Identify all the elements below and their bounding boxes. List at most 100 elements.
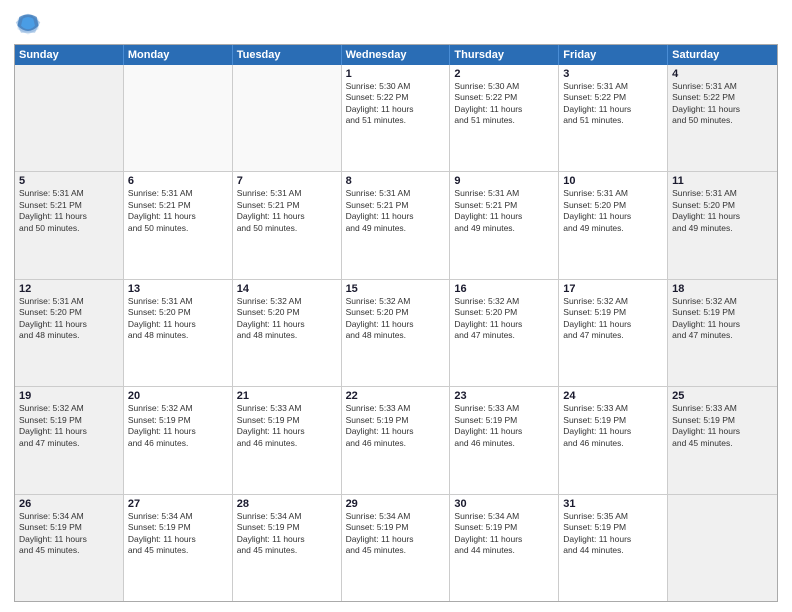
week-row-3: 12Sunrise: 5:31 AM Sunset: 5:20 PM Dayli… bbox=[15, 280, 777, 387]
cal-cell: 6Sunrise: 5:31 AM Sunset: 5:21 PM Daylig… bbox=[124, 172, 233, 278]
day-number: 2 bbox=[454, 68, 554, 80]
cal-cell: 22Sunrise: 5:33 AM Sunset: 5:19 PM Dayli… bbox=[342, 387, 451, 493]
cell-info: Sunrise: 5:34 AM Sunset: 5:19 PM Dayligh… bbox=[19, 511, 119, 557]
cal-cell bbox=[15, 65, 124, 171]
cell-info: Sunrise: 5:31 AM Sunset: 5:20 PM Dayligh… bbox=[672, 188, 773, 234]
cell-info: Sunrise: 5:32 AM Sunset: 5:19 PM Dayligh… bbox=[672, 296, 773, 342]
calendar-header: SundayMondayTuesdayWednesdayThursdayFrid… bbox=[15, 45, 777, 65]
cell-info: Sunrise: 5:33 AM Sunset: 5:19 PM Dayligh… bbox=[672, 403, 773, 449]
cell-info: Sunrise: 5:32 AM Sunset: 5:20 PM Dayligh… bbox=[346, 296, 446, 342]
cell-info: Sunrise: 5:30 AM Sunset: 5:22 PM Dayligh… bbox=[346, 81, 446, 127]
cal-cell: 18Sunrise: 5:32 AM Sunset: 5:19 PM Dayli… bbox=[668, 280, 777, 386]
cal-cell: 2Sunrise: 5:30 AM Sunset: 5:22 PM Daylig… bbox=[450, 65, 559, 171]
cal-cell: 27Sunrise: 5:34 AM Sunset: 5:19 PM Dayli… bbox=[124, 495, 233, 601]
day-number: 19 bbox=[19, 390, 119, 402]
header-day-thursday: Thursday bbox=[450, 45, 559, 65]
cell-info: Sunrise: 5:31 AM Sunset: 5:20 PM Dayligh… bbox=[19, 296, 119, 342]
cell-info: Sunrise: 5:32 AM Sunset: 5:19 PM Dayligh… bbox=[19, 403, 119, 449]
cal-cell: 13Sunrise: 5:31 AM Sunset: 5:20 PM Dayli… bbox=[124, 280, 233, 386]
day-number: 20 bbox=[128, 390, 228, 402]
cell-info: Sunrise: 5:33 AM Sunset: 5:19 PM Dayligh… bbox=[563, 403, 663, 449]
cell-info: Sunrise: 5:33 AM Sunset: 5:19 PM Dayligh… bbox=[237, 403, 337, 449]
cal-cell: 14Sunrise: 5:32 AM Sunset: 5:20 PM Dayli… bbox=[233, 280, 342, 386]
day-number: 26 bbox=[19, 498, 119, 510]
cal-cell: 8Sunrise: 5:31 AM Sunset: 5:21 PM Daylig… bbox=[342, 172, 451, 278]
cell-info: Sunrise: 5:31 AM Sunset: 5:20 PM Dayligh… bbox=[563, 188, 663, 234]
day-number: 18 bbox=[672, 283, 773, 295]
day-number: 22 bbox=[346, 390, 446, 402]
cell-info: Sunrise: 5:31 AM Sunset: 5:21 PM Dayligh… bbox=[19, 188, 119, 234]
day-number: 6 bbox=[128, 175, 228, 187]
cell-info: Sunrise: 5:31 AM Sunset: 5:21 PM Dayligh… bbox=[128, 188, 228, 234]
header-day-friday: Friday bbox=[559, 45, 668, 65]
cal-cell: 20Sunrise: 5:32 AM Sunset: 5:19 PM Dayli… bbox=[124, 387, 233, 493]
cell-info: Sunrise: 5:32 AM Sunset: 5:19 PM Dayligh… bbox=[128, 403, 228, 449]
header-day-sunday: Sunday bbox=[15, 45, 124, 65]
cal-cell: 24Sunrise: 5:33 AM Sunset: 5:19 PM Dayli… bbox=[559, 387, 668, 493]
day-number: 8 bbox=[346, 175, 446, 187]
cal-cell: 30Sunrise: 5:34 AM Sunset: 5:19 PM Dayli… bbox=[450, 495, 559, 601]
cal-cell: 7Sunrise: 5:31 AM Sunset: 5:21 PM Daylig… bbox=[233, 172, 342, 278]
day-number: 5 bbox=[19, 175, 119, 187]
day-number: 17 bbox=[563, 283, 663, 295]
day-number: 4 bbox=[672, 68, 773, 80]
cal-cell: 19Sunrise: 5:32 AM Sunset: 5:19 PM Dayli… bbox=[15, 387, 124, 493]
day-number: 13 bbox=[128, 283, 228, 295]
header bbox=[14, 10, 778, 38]
cal-cell: 15Sunrise: 5:32 AM Sunset: 5:20 PM Dayli… bbox=[342, 280, 451, 386]
cell-info: Sunrise: 5:30 AM Sunset: 5:22 PM Dayligh… bbox=[454, 81, 554, 127]
day-number: 28 bbox=[237, 498, 337, 510]
cell-info: Sunrise: 5:31 AM Sunset: 5:21 PM Dayligh… bbox=[237, 188, 337, 234]
cal-cell bbox=[668, 495, 777, 601]
cell-info: Sunrise: 5:33 AM Sunset: 5:19 PM Dayligh… bbox=[346, 403, 446, 449]
day-number: 25 bbox=[672, 390, 773, 402]
cal-cell: 29Sunrise: 5:34 AM Sunset: 5:19 PM Dayli… bbox=[342, 495, 451, 601]
day-number: 31 bbox=[563, 498, 663, 510]
cal-cell: 23Sunrise: 5:33 AM Sunset: 5:19 PM Dayli… bbox=[450, 387, 559, 493]
page: SundayMondayTuesdayWednesdayThursdayFrid… bbox=[0, 0, 792, 612]
day-number: 16 bbox=[454, 283, 554, 295]
day-number: 15 bbox=[346, 283, 446, 295]
logo bbox=[14, 10, 46, 38]
cal-cell: 12Sunrise: 5:31 AM Sunset: 5:20 PM Dayli… bbox=[15, 280, 124, 386]
calendar-body: 1Sunrise: 5:30 AM Sunset: 5:22 PM Daylig… bbox=[15, 65, 777, 601]
cell-info: Sunrise: 5:31 AM Sunset: 5:20 PM Dayligh… bbox=[128, 296, 228, 342]
cell-info: Sunrise: 5:34 AM Sunset: 5:19 PM Dayligh… bbox=[346, 511, 446, 557]
cal-cell: 25Sunrise: 5:33 AM Sunset: 5:19 PM Dayli… bbox=[668, 387, 777, 493]
cell-info: Sunrise: 5:32 AM Sunset: 5:20 PM Dayligh… bbox=[237, 296, 337, 342]
week-row-1: 1Sunrise: 5:30 AM Sunset: 5:22 PM Daylig… bbox=[15, 65, 777, 172]
day-number: 21 bbox=[237, 390, 337, 402]
day-number: 30 bbox=[454, 498, 554, 510]
cal-cell: 4Sunrise: 5:31 AM Sunset: 5:22 PM Daylig… bbox=[668, 65, 777, 171]
header-day-wednesday: Wednesday bbox=[342, 45, 451, 65]
week-row-5: 26Sunrise: 5:34 AM Sunset: 5:19 PM Dayli… bbox=[15, 495, 777, 601]
cell-info: Sunrise: 5:32 AM Sunset: 5:19 PM Dayligh… bbox=[563, 296, 663, 342]
cal-cell: 16Sunrise: 5:32 AM Sunset: 5:20 PM Dayli… bbox=[450, 280, 559, 386]
week-row-4: 19Sunrise: 5:32 AM Sunset: 5:19 PM Dayli… bbox=[15, 387, 777, 494]
cal-cell: 31Sunrise: 5:35 AM Sunset: 5:19 PM Dayli… bbox=[559, 495, 668, 601]
cell-info: Sunrise: 5:31 AM Sunset: 5:22 PM Dayligh… bbox=[563, 81, 663, 127]
cal-cell: 28Sunrise: 5:34 AM Sunset: 5:19 PM Dayli… bbox=[233, 495, 342, 601]
day-number: 23 bbox=[454, 390, 554, 402]
cal-cell: 9Sunrise: 5:31 AM Sunset: 5:21 PM Daylig… bbox=[450, 172, 559, 278]
cal-cell: 17Sunrise: 5:32 AM Sunset: 5:19 PM Dayli… bbox=[559, 280, 668, 386]
header-day-tuesday: Tuesday bbox=[233, 45, 342, 65]
cell-info: Sunrise: 5:34 AM Sunset: 5:19 PM Dayligh… bbox=[237, 511, 337, 557]
week-row-2: 5Sunrise: 5:31 AM Sunset: 5:21 PM Daylig… bbox=[15, 172, 777, 279]
cell-info: Sunrise: 5:33 AM Sunset: 5:19 PM Dayligh… bbox=[454, 403, 554, 449]
cal-cell: 3Sunrise: 5:31 AM Sunset: 5:22 PM Daylig… bbox=[559, 65, 668, 171]
cell-info: Sunrise: 5:34 AM Sunset: 5:19 PM Dayligh… bbox=[454, 511, 554, 557]
day-number: 1 bbox=[346, 68, 446, 80]
day-number: 12 bbox=[19, 283, 119, 295]
day-number: 29 bbox=[346, 498, 446, 510]
header-day-saturday: Saturday bbox=[668, 45, 777, 65]
calendar: SundayMondayTuesdayWednesdayThursdayFrid… bbox=[14, 44, 778, 602]
cal-cell: 5Sunrise: 5:31 AM Sunset: 5:21 PM Daylig… bbox=[15, 172, 124, 278]
day-number: 27 bbox=[128, 498, 228, 510]
cell-info: Sunrise: 5:32 AM Sunset: 5:20 PM Dayligh… bbox=[454, 296, 554, 342]
day-number: 24 bbox=[563, 390, 663, 402]
cell-info: Sunrise: 5:35 AM Sunset: 5:19 PM Dayligh… bbox=[563, 511, 663, 557]
cell-info: Sunrise: 5:31 AM Sunset: 5:21 PM Dayligh… bbox=[346, 188, 446, 234]
cal-cell bbox=[233, 65, 342, 171]
cal-cell: 10Sunrise: 5:31 AM Sunset: 5:20 PM Dayli… bbox=[559, 172, 668, 278]
